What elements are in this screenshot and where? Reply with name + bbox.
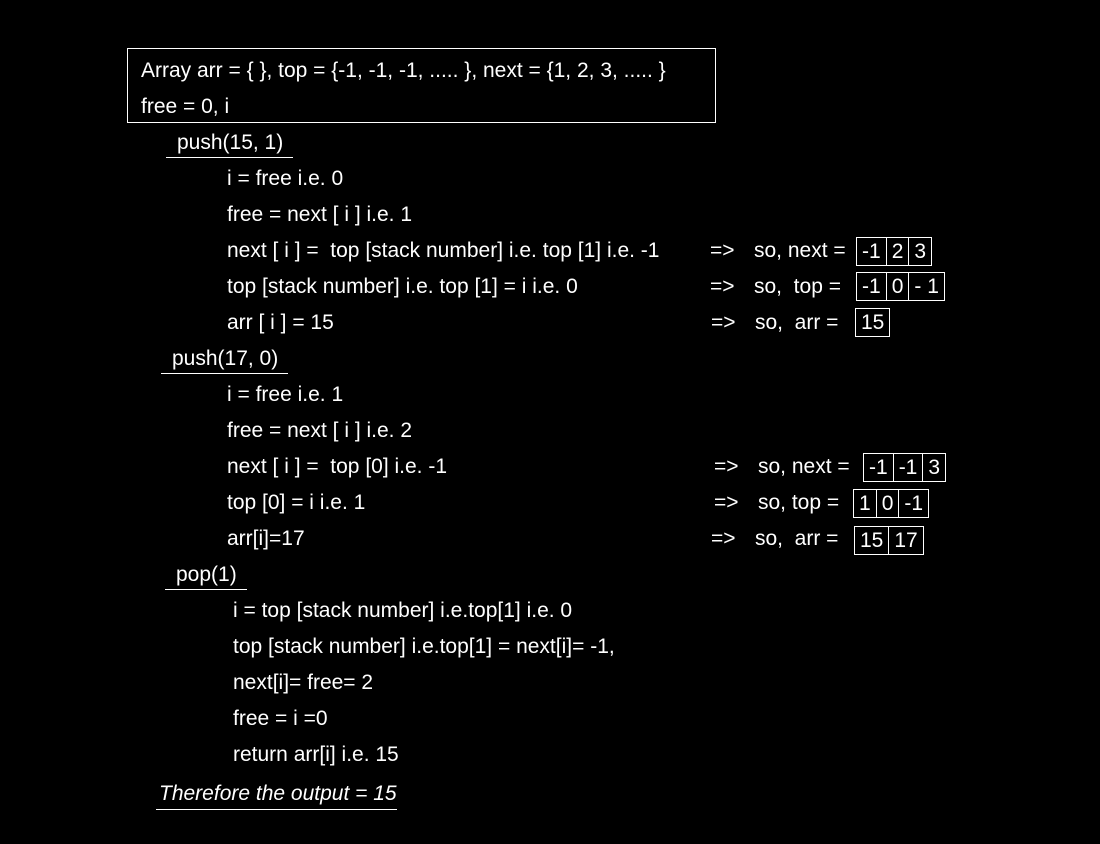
- arr-array-cells: 15: [855, 308, 891, 337]
- push1-heading: push(15, 1): [166, 131, 294, 158]
- push2-step: free = next [ i ] i.e. 2: [227, 419, 413, 442]
- array-cell: -1: [857, 273, 887, 300]
- push2-step: top [0] = i i.e. 1: [227, 491, 366, 514]
- result-arrow: =>: [714, 455, 739, 478]
- pop-step: next[i]= free= 2: [233, 671, 374, 694]
- push1-step: i = free i.e. 0: [227, 167, 344, 190]
- initial-state-box: Array arr = { }, top = {-1, -1, -1, ....…: [127, 48, 716, 123]
- array-cell: - 1: [914, 275, 939, 298]
- pop-heading: pop(1): [165, 563, 247, 590]
- result-label: so, top =: [754, 275, 841, 298]
- array-cell: 3: [914, 240, 927, 263]
- pop-step: return arr[i] i.e. 15: [233, 743, 399, 766]
- arr-array-cells: 15 17: [854, 526, 924, 555]
- result-arrow: =>: [711, 527, 736, 550]
- pop-step: i = top [stack number] i.e.top[1] i.e. 0: [233, 599, 573, 622]
- push2-step: arr[i]=17: [227, 527, 305, 550]
- output-conclusion: Therefore the output = 15: [156, 782, 397, 810]
- result-label: so, arr =: [755, 311, 839, 334]
- array-cell: -1: [904, 492, 924, 515]
- result-label: so, next =: [758, 455, 850, 478]
- array-cell: -1: [864, 454, 894, 481]
- array-cell: 15: [861, 311, 885, 334]
- result-arrow: =>: [710, 275, 735, 298]
- initial-free-line: free = 0, i: [141, 95, 230, 118]
- push1-step: top [stack number] i.e. top [1] = i i.e.…: [227, 275, 578, 298]
- result-arrow: =>: [711, 311, 736, 334]
- array-cell: 17: [894, 529, 918, 552]
- array-cell: -1: [857, 238, 887, 265]
- push2-step: next [ i ] = top [0] i.e. -1: [227, 455, 448, 478]
- result-arrow: =>: [714, 491, 739, 514]
- array-cell: 2: [887, 238, 910, 265]
- result-arrow: =>: [710, 239, 735, 262]
- push2-heading: push(17, 0): [161, 347, 289, 374]
- array-cell: 15: [855, 527, 890, 554]
- result-label: so, top =: [758, 491, 840, 514]
- pop-step: top [stack number] i.e.top[1] = next[i]=…: [233, 635, 615, 658]
- push1-step: arr [ i ] = 15: [227, 311, 334, 334]
- top-array-cells: 1 0 -1: [853, 489, 930, 518]
- array-cell: 3: [928, 456, 941, 479]
- next-array-cells: -1 -1 3: [863, 453, 947, 482]
- next-array-cells: -1 2 3: [856, 237, 933, 266]
- result-label: so, next =: [754, 239, 846, 262]
- top-array-cells: -1 0 - 1: [856, 272, 945, 301]
- push1-step: next [ i ] = top [stack number] i.e. top…: [227, 239, 660, 262]
- push2-step: i = free i.e. 1: [227, 383, 344, 406]
- initial-arrays-line: Array arr = { }, top = {-1, -1, -1, ....…: [141, 59, 666, 82]
- array-cell: 0: [877, 490, 900, 517]
- pop-step: free = i =0: [233, 707, 328, 730]
- array-cell: 0: [887, 273, 910, 300]
- array-cell: -1: [894, 454, 924, 481]
- array-cell: 1: [854, 490, 877, 517]
- push1-step: free = next [ i ] i.e. 1: [227, 203, 413, 226]
- result-label: so, arr =: [755, 527, 839, 550]
